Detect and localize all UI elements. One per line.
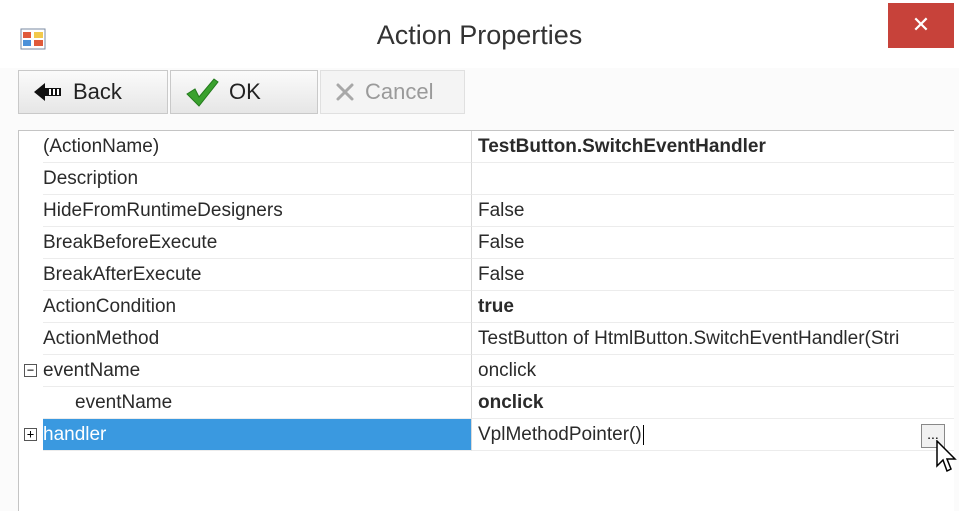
property-name-selected: handler xyxy=(43,419,471,451)
property-name: BreakBeforeExecute xyxy=(43,227,471,259)
collapse-minus-icon[interactable]: − xyxy=(24,364,37,377)
property-grid: (ActionName) TestButton.SwitchEventHandl… xyxy=(18,130,954,511)
property-row-actionname[interactable]: (ActionName) TestButton.SwitchEventHandl… xyxy=(19,131,954,163)
row-gutter: − xyxy=(19,355,43,387)
handler-value-text: VplMethodPointer() xyxy=(478,424,642,445)
property-value[interactable]: TestButton.SwitchEventHandler xyxy=(471,131,954,163)
property-name: HideFromRuntimeDesigners xyxy=(43,195,471,227)
title-bar: Action Properties ✕ xyxy=(0,0,959,68)
row-gutter xyxy=(19,195,43,227)
cancel-label: Cancel xyxy=(365,79,434,104)
property-name: BreakAfterExecute xyxy=(43,259,471,291)
property-row-handler[interactable]: + handler VplMethodPointer() xyxy=(19,419,954,451)
property-row-hidefromruntimedesigners[interactable]: HideFromRuntimeDesigners False xyxy=(19,195,954,227)
property-name: eventName xyxy=(43,355,471,387)
property-value[interactable]: False xyxy=(471,195,954,227)
close-icon: ✕ xyxy=(911,12,931,37)
row-gutter: + xyxy=(19,419,43,451)
ok-button[interactable]: OK xyxy=(170,70,318,114)
property-name: eventName xyxy=(43,387,471,419)
checkmark-icon xyxy=(185,77,219,107)
cancel-button[interactable]: Cancel xyxy=(320,70,465,114)
property-row-eventname-child[interactable]: eventName onclick xyxy=(19,387,954,419)
mouse-pointer-icon xyxy=(936,439,958,479)
property-value[interactable]: False xyxy=(471,259,954,291)
close-button[interactable]: ✕ xyxy=(888,3,954,48)
property-row-actionmethod[interactable]: ActionMethod TestButton of HtmlButton.Sw… xyxy=(19,323,954,355)
property-row-actioncondition[interactable]: ActionCondition true xyxy=(19,291,954,323)
ok-label: OK xyxy=(229,79,261,104)
x-cancel-icon xyxy=(335,82,355,102)
row-gutter xyxy=(19,259,43,291)
property-value[interactable]: False xyxy=(471,227,954,259)
property-row-breakafterexecute[interactable]: BreakAfterExecute False xyxy=(19,259,954,291)
property-row-description[interactable]: Description xyxy=(19,163,954,195)
property-name: ActionCondition xyxy=(43,291,471,323)
back-label: Back xyxy=(73,79,122,104)
window-title: Action Properties xyxy=(376,20,583,50)
row-gutter xyxy=(19,323,43,355)
property-value[interactable]: onclick xyxy=(471,355,954,387)
property-value[interactable]: TestButton of HtmlButton.SwitchEventHand… xyxy=(471,323,954,355)
property-name: (ActionName) xyxy=(43,131,471,163)
row-gutter xyxy=(19,387,43,419)
property-value-editor[interactable]: VplMethodPointer() xyxy=(471,419,954,451)
toolbar: Back OK Cancel xyxy=(0,68,959,118)
property-value[interactable] xyxy=(471,163,954,195)
row-gutter xyxy=(19,163,43,195)
expand-plus-icon[interactable]: + xyxy=(24,428,37,441)
back-button[interactable]: Back xyxy=(18,70,168,114)
property-value[interactable]: true xyxy=(471,291,954,323)
property-row-eventname-group[interactable]: − eventName onclick xyxy=(19,355,954,387)
row-gutter xyxy=(19,291,43,323)
row-gutter xyxy=(19,131,43,163)
row-gutter xyxy=(19,227,43,259)
back-arrow-icon xyxy=(33,81,63,103)
property-name: ActionMethod xyxy=(43,323,471,355)
property-name: Description xyxy=(43,163,471,195)
text-caret xyxy=(642,424,644,445)
property-row-breakbeforeexecute[interactable]: BreakBeforeExecute False xyxy=(19,227,954,259)
property-value[interactable]: onclick xyxy=(471,387,954,419)
